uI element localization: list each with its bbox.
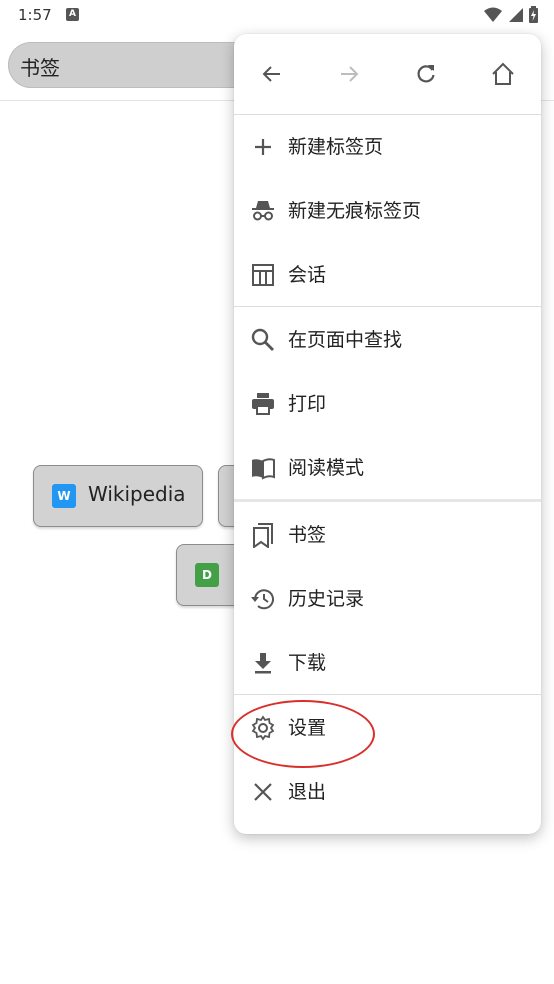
forward-icon bbox=[341, 66, 359, 82]
menu-item-new-incognito-tab[interactable]: 新建无痕标签页 bbox=[234, 178, 541, 242]
search-icon bbox=[251, 328, 274, 351]
menu-item-bookmarks[interactable]: 书签 bbox=[234, 502, 541, 566]
menu-item-sessions[interactable]: 会话 bbox=[234, 242, 541, 306]
bookmark-label: Wikipedia bbox=[88, 482, 186, 506]
bookmark-tile-wikipedia[interactable]: W Wikipedia bbox=[33, 465, 203, 527]
menu-item-find-in-page[interactable]: 在页面中查找 bbox=[234, 307, 541, 371]
incognito-icon bbox=[252, 201, 274, 221]
bookmarks-icon bbox=[253, 523, 273, 548]
reload-icon bbox=[417, 65, 435, 83]
menu-item-print[interactable]: 打印 bbox=[234, 371, 541, 435]
reload-button[interactable] bbox=[408, 56, 444, 92]
status-bar: 1:57 A bbox=[0, 0, 554, 32]
menu-item-label: 下载 bbox=[288, 652, 327, 674]
status-icons bbox=[484, 6, 538, 23]
menu-item-reader-mode[interactable]: 阅读模式 bbox=[234, 435, 541, 499]
wikipedia-favicon-icon: W bbox=[52, 484, 76, 508]
menu-item-label: 新建标签页 bbox=[288, 136, 384, 158]
status-time: 1:57 bbox=[18, 6, 52, 24]
menu-item-label: 阅读模式 bbox=[288, 457, 365, 479]
menu-item-label: 退出 bbox=[288, 781, 327, 803]
menu-nav-row bbox=[234, 34, 541, 114]
menu-item-history[interactable]: 历史记录 bbox=[234, 566, 541, 630]
url-bar-text: 书签 bbox=[20, 56, 60, 80]
menu-item-label: 在页面中查找 bbox=[288, 329, 403, 351]
battery-icon bbox=[529, 6, 538, 23]
back-button[interactable] bbox=[254, 56, 290, 92]
forward-button[interactable] bbox=[331, 56, 367, 92]
menu-item-downloads[interactable]: 下载 bbox=[234, 630, 541, 694]
menu-item-label: 打印 bbox=[288, 393, 327, 415]
menu-item-exit[interactable]: 退出 bbox=[234, 759, 541, 823]
highlight-annotation bbox=[231, 700, 375, 768]
menu-item-label: 新建无痕标签页 bbox=[288, 200, 422, 222]
wifi-icon bbox=[484, 7, 502, 22]
menu-item-label: 书签 bbox=[288, 524, 327, 546]
session-icon bbox=[252, 264, 274, 286]
back-icon bbox=[262, 66, 280, 82]
d-favicon-icon: D bbox=[195, 563, 219, 587]
print-icon bbox=[252, 393, 274, 415]
home-button[interactable] bbox=[485, 56, 521, 92]
book-icon bbox=[252, 458, 275, 480]
menu-item-label: 会话 bbox=[288, 264, 327, 286]
menu-item-label: 历史记录 bbox=[288, 588, 365, 610]
menu-item-new-tab[interactable]: 新建标签页 bbox=[234, 114, 541, 178]
notification-icon: A bbox=[66, 8, 79, 21]
home-icon bbox=[492, 62, 514, 85]
signal-icon bbox=[509, 7, 523, 22]
history-icon bbox=[251, 589, 274, 610]
plus-icon bbox=[255, 139, 271, 155]
download-icon bbox=[255, 653, 271, 674]
close-icon bbox=[254, 783, 272, 801]
